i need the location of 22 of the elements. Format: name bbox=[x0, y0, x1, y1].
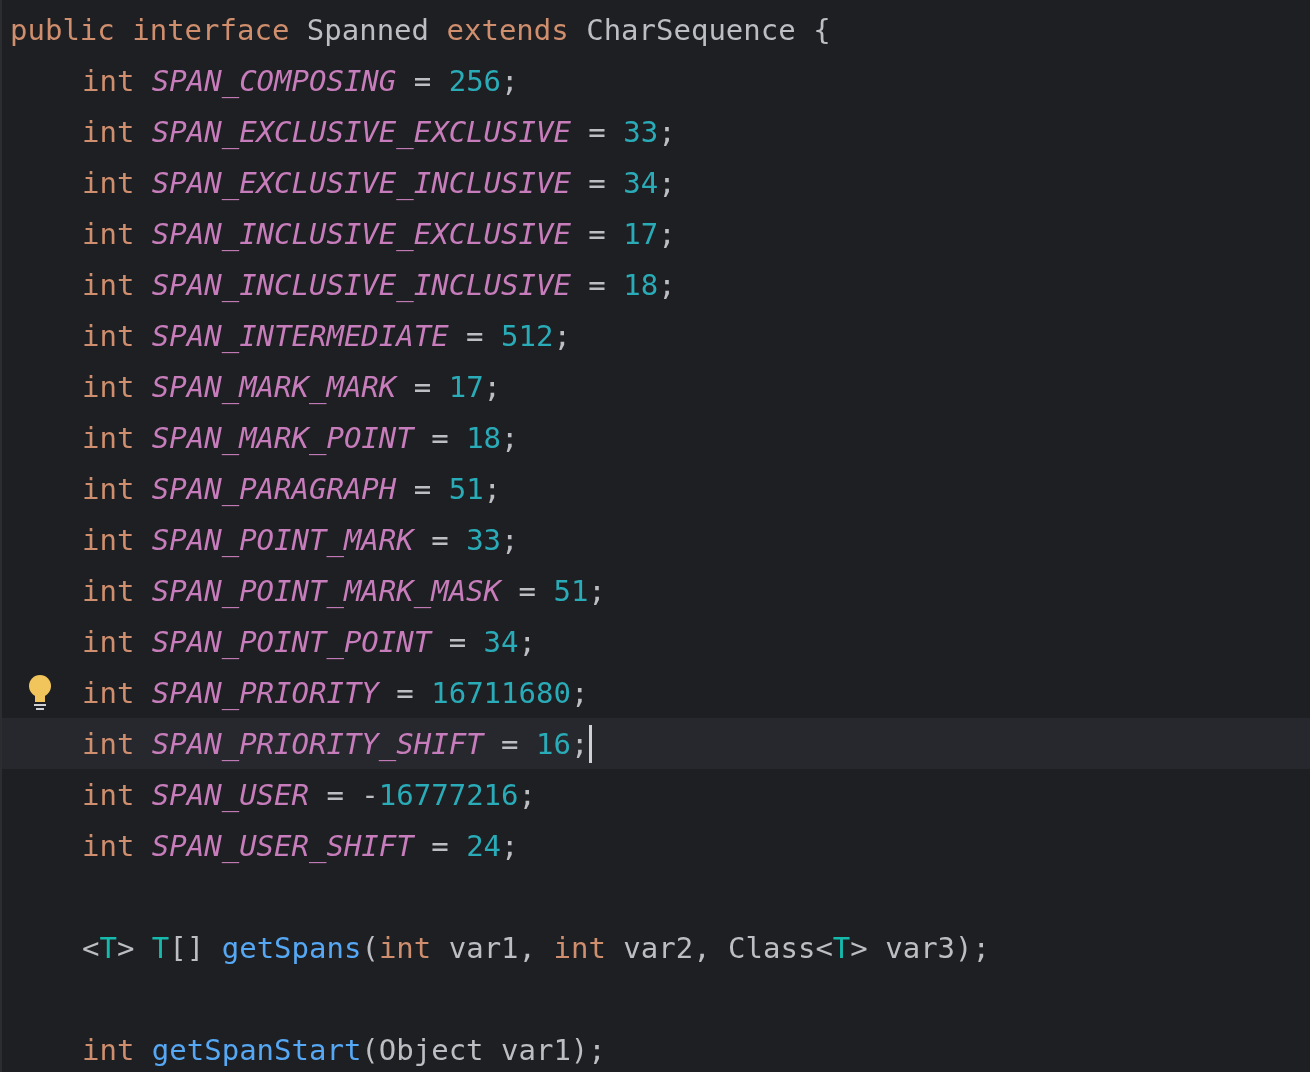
code-line: int SPAN_EXCLUSIVE_INCLUSIVE = 34; bbox=[82, 165, 676, 200]
code-line: <T> T[] getSpans(int var1, int var2, Class<T> var3); bbox=[82, 930, 990, 965]
code-line: int getSpanStart(Object var1); bbox=[82, 1032, 606, 1067]
code-line: int SPAN_INTERMEDIATE = 512; bbox=[82, 318, 571, 353]
code-line: int SPAN_USER_SHIFT = 24; bbox=[82, 828, 519, 863]
text-cursor bbox=[589, 724, 593, 763]
code-line: int SPAN_PRIORITY = 16711680; bbox=[82, 675, 589, 710]
code-editor[interactable] bbox=[0, 0, 1310, 1072]
code-line: int SPAN_MARK_MARK = 17; bbox=[82, 369, 502, 404]
lightbulb-icon[interactable] bbox=[28, 673, 52, 712]
code-line: int SPAN_POINT_MARK = 33; bbox=[82, 522, 519, 557]
code-line: int SPAN_USER = -16777216; bbox=[82, 777, 536, 812]
code-line: int SPAN_MARK_POINT = 18; bbox=[82, 420, 519, 455]
code-line: int SPAN_PRIORITY_SHIFT = 16; bbox=[82, 724, 593, 763]
code-line: public interface Spanned extends CharSequence { bbox=[10, 12, 831, 47]
code-line: int SPAN_POINT_MARK_MASK = 51; bbox=[82, 573, 606, 608]
code-line: int SPAN_COMPOSING = 256; bbox=[82, 63, 519, 98]
code-line: int SPAN_PARAGRAPH = 51; bbox=[82, 471, 502, 506]
code-line: int SPAN_INCLUSIVE_INCLUSIVE = 18; bbox=[82, 267, 676, 302]
code-line: int SPAN_INCLUSIVE_EXCLUSIVE = 17; bbox=[82, 216, 676, 251]
code-line: int SPAN_EXCLUSIVE_EXCLUSIVE = 33; bbox=[82, 114, 676, 149]
code-line: int SPAN_POINT_POINT = 34; bbox=[82, 624, 536, 659]
